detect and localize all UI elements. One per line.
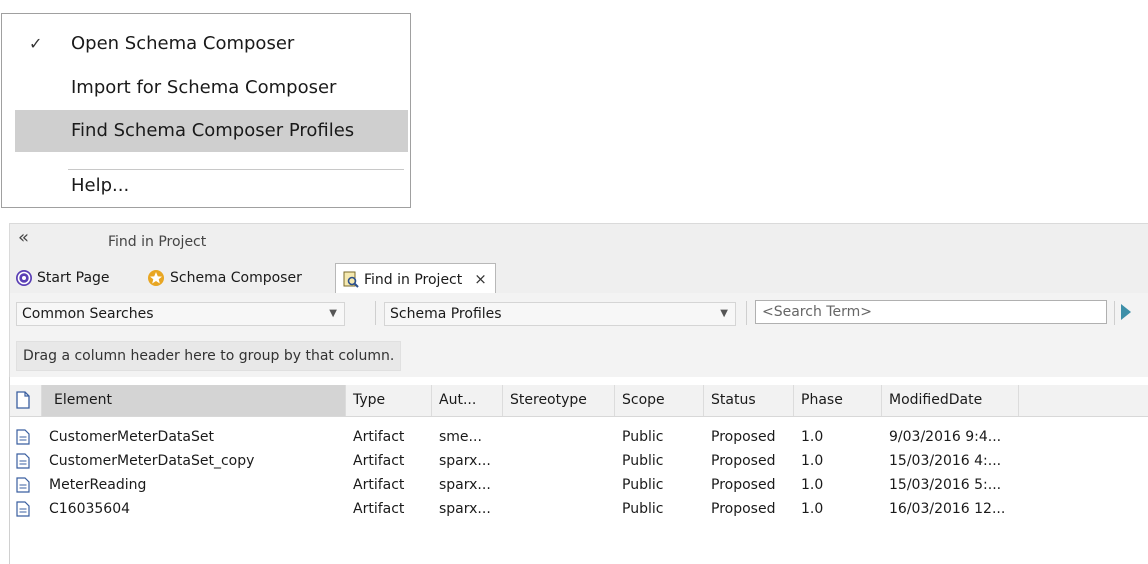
cell-status: Proposed bbox=[711, 477, 776, 493]
tab-label: Schema Composer bbox=[170, 270, 302, 286]
tab-bar: Start Page Schema Composer Find in Proje… bbox=[9, 261, 1148, 293]
menu-item-label: Open Schema Composer bbox=[71, 33, 295, 54]
start-page-icon bbox=[16, 270, 32, 286]
column-header-scope[interactable]: Scope bbox=[615, 385, 704, 416]
cell-element: MeterReading bbox=[49, 477, 147, 493]
search-category-value: Common Searches bbox=[22, 306, 154, 322]
column-header-icon[interactable] bbox=[10, 385, 42, 416]
column-header-element[interactable]: Element bbox=[42, 385, 346, 416]
menu-item-open-schema-composer[interactable]: ✓ Open Schema Composer bbox=[15, 23, 408, 65]
table-row[interactable]: C16035604 Artifact sparx... Public Propo… bbox=[10, 497, 1148, 521]
search-category-dropdown[interactable]: Common Searches ▼ bbox=[16, 302, 345, 326]
cell-author: sparx... bbox=[439, 477, 491, 493]
artifact-icon bbox=[16, 477, 30, 493]
collapse-chevron-icon[interactable]: « bbox=[18, 227, 29, 248]
search-toolbar: Common Searches ▼ Schema Profiles ▼ <Sea… bbox=[9, 293, 1148, 331]
cell-element: CustomerMeterDataSet_copy bbox=[49, 453, 255, 469]
cell-type: Artifact bbox=[353, 429, 405, 445]
group-by-hint: Drag a column header here to group by th… bbox=[16, 341, 402, 371]
group-by-area[interactable]: Drag a column header here to group by th… bbox=[9, 331, 1148, 377]
cell-type: Artifact bbox=[353, 453, 405, 469]
menu-item-import-for-schema-composer[interactable]: Import for Schema Composer bbox=[15, 67, 408, 109]
cell-scope: Public bbox=[622, 453, 664, 469]
cell-author: sme... bbox=[439, 429, 482, 445]
cell-element: CustomerMeterDataSet bbox=[49, 429, 214, 445]
cell-type: Artifact bbox=[353, 477, 405, 493]
chevron-down-icon: ▼ bbox=[720, 308, 728, 319]
cell-status: Proposed bbox=[711, 453, 776, 469]
column-header-stereotype[interactable]: Stereotype bbox=[503, 385, 615, 416]
cell-scope: Public bbox=[622, 477, 664, 493]
search-term-input[interactable]: <Search Term> bbox=[755, 300, 1107, 324]
tab-schema-composer[interactable]: Schema Composer bbox=[146, 265, 302, 291]
cell-phase: 1.0 bbox=[801, 453, 824, 469]
cell-status: Proposed bbox=[711, 429, 776, 445]
cell-scope: Public bbox=[622, 429, 664, 445]
toolbar-divider bbox=[1114, 301, 1115, 325]
cell-author: sparx... bbox=[439, 501, 491, 517]
tab-label: Start Page bbox=[37, 270, 110, 286]
document-icon bbox=[16, 391, 30, 409]
cell-author: sparx... bbox=[439, 453, 491, 469]
schema-composer-icon bbox=[148, 270, 164, 286]
cell-modified-date: 15/03/2016 4:... bbox=[889, 453, 1002, 469]
menu-item-help[interactable]: Help... bbox=[15, 165, 408, 207]
cell-scope: Public bbox=[622, 501, 664, 517]
results-grid: Element Type Aut... Stereotype Scope Sta… bbox=[9, 377, 1148, 564]
find-in-project-icon bbox=[343, 271, 359, 288]
context-menu: ✓ Open Schema Composer Import for Schema… bbox=[1, 13, 411, 208]
column-header-modified-date[interactable]: ModifiedDate bbox=[882, 385, 1019, 416]
column-header-status[interactable]: Status bbox=[704, 385, 794, 416]
checkmark-icon: ✓ bbox=[29, 34, 43, 53]
menu-item-label: Help... bbox=[71, 175, 130, 196]
table-row[interactable]: CustomerMeterDataSet_copy Artifact sparx… bbox=[10, 449, 1148, 473]
column-header-author[interactable]: Aut... bbox=[432, 385, 503, 416]
cell-modified-date: 15/03/2016 5:... bbox=[889, 477, 1002, 493]
table-row[interactable]: MeterReading Artifact sparx... Public Pr… bbox=[10, 473, 1148, 497]
close-tab-icon[interactable]: × bbox=[474, 270, 487, 288]
cell-phase: 1.0 bbox=[801, 477, 824, 493]
toolbar-divider bbox=[375, 301, 376, 325]
cell-modified-date: 16/03/2016 12... bbox=[889, 501, 1006, 517]
menu-item-find-schema-composer-profiles[interactable]: Find Schema Composer Profiles bbox=[15, 110, 408, 152]
artifact-icon bbox=[16, 429, 30, 445]
artifact-icon bbox=[16, 453, 30, 469]
run-search-icon[interactable] bbox=[1121, 304, 1131, 320]
panel-title: Find in Project bbox=[108, 234, 207, 250]
cell-phase: 1.0 bbox=[801, 429, 824, 445]
artifact-icon bbox=[16, 501, 30, 517]
cell-element: C16035604 bbox=[49, 501, 131, 517]
panel-title-bar: « Find in Project bbox=[9, 223, 1148, 261]
table-row[interactable]: CustomerMeterDataSet Artifact sme... Pub… bbox=[10, 425, 1148, 449]
column-header-type[interactable]: Type bbox=[346, 385, 432, 416]
menu-item-label: Find Schema Composer Profiles bbox=[71, 120, 355, 141]
search-name-value: Schema Profiles bbox=[390, 306, 502, 322]
chevron-down-icon: ▼ bbox=[329, 308, 337, 319]
cell-type: Artifact bbox=[353, 501, 405, 517]
tab-start-page[interactable]: Start Page bbox=[15, 265, 110, 291]
cell-status: Proposed bbox=[711, 501, 776, 517]
toolbar-divider bbox=[746, 301, 747, 325]
menu-item-label: Import for Schema Composer bbox=[71, 77, 337, 98]
grid-header: Element Type Aut... Stereotype Scope Sta… bbox=[10, 385, 1148, 417]
tab-label: Find in Project bbox=[364, 272, 463, 288]
tab-find-in-project[interactable]: Find in Project × bbox=[335, 263, 496, 293]
cell-phase: 1.0 bbox=[801, 501, 824, 517]
search-name-dropdown[interactable]: Schema Profiles ▼ bbox=[384, 302, 736, 326]
column-header-phase[interactable]: Phase bbox=[794, 385, 882, 416]
find-in-project-panel: « Find in Project Start Page Schema Comp… bbox=[9, 223, 1148, 564]
cell-modified-date: 9/03/2016 9:4... bbox=[889, 429, 1002, 445]
